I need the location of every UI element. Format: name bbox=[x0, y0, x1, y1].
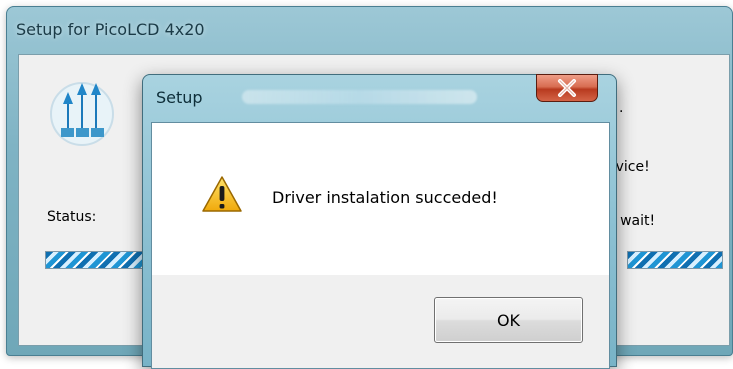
dialog-title: Setup bbox=[156, 88, 203, 107]
close-button[interactable] bbox=[536, 74, 598, 102]
progress-bar-right bbox=[627, 251, 723, 269]
picolcd-app-icon bbox=[50, 82, 114, 146]
close-icon bbox=[558, 79, 576, 97]
blurred-title-text bbox=[242, 90, 477, 104]
setup-window-title: Setup for PicoLCD 4x20 bbox=[16, 20, 205, 39]
ok-button[interactable]: OK bbox=[434, 297, 583, 343]
dialog-body: Driver instalation succeded! OK bbox=[151, 122, 610, 369]
background-text-top: . bbox=[619, 100, 624, 116]
dialog-message: Driver instalation succeded! bbox=[272, 188, 498, 207]
setup-dialog: Setup Driver instalation succeded! OK bbox=[142, 74, 617, 369]
progress-bar-left bbox=[45, 251, 149, 269]
warning-icon bbox=[202, 176, 242, 212]
status-label: Status: bbox=[47, 209, 97, 225]
message-area: Driver instalation succeded! bbox=[152, 123, 609, 275]
